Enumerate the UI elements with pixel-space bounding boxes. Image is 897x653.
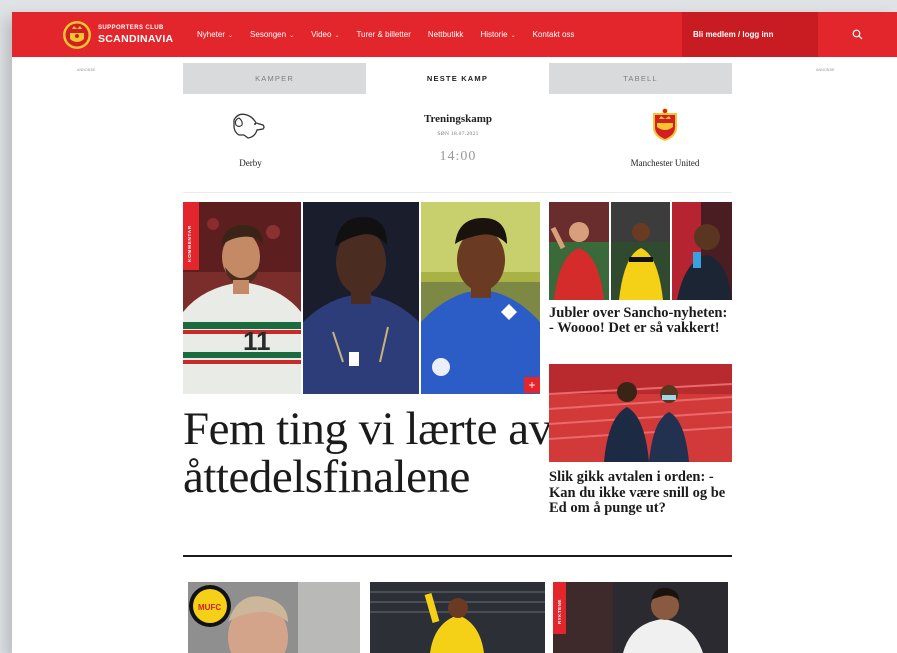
side-article-image[interactable] bbox=[549, 202, 732, 300]
menu-label: Nyheter bbox=[197, 30, 226, 39]
match-date: SØN 18.07.2021 bbox=[437, 131, 479, 137]
menu-item-sesongen[interactable]: Sesongen ⌄ bbox=[250, 30, 294, 39]
menu-label: Turer & billetter bbox=[356, 30, 411, 39]
plus-badge[interactable]: + bbox=[524, 377, 540, 393]
chevron-down-icon: ⌄ bbox=[510, 33, 516, 39]
top-navigation-bar: SUPPORTERS CLUB SCANDINAVIA Nyheter ⌄ Ses… bbox=[12, 12, 897, 57]
ad-label-left: ANNONSE bbox=[77, 68, 96, 72]
bottom-card[interactable]: RYKTENE bbox=[553, 582, 728, 653]
menu-item-video[interactable]: Video ⌄ bbox=[311, 30, 339, 39]
card-image: MUFC bbox=[188, 582, 360, 653]
chevron-down-icon: ⌄ bbox=[228, 33, 234, 39]
tab-neste-kamp[interactable]: NESTE KAMP bbox=[366, 63, 549, 94]
main-article[interactable]: 11 KOMMENTAR + Fem ting vi lærte av åtte… bbox=[183, 202, 552, 557]
menu-item-nyheter[interactable]: Nyheter ⌄ bbox=[197, 30, 233, 39]
menu-label: Video bbox=[311, 30, 332, 39]
menu-label: Kontakt oss bbox=[532, 30, 575, 39]
side-article-image[interactable] bbox=[549, 364, 732, 462]
card-image bbox=[370, 582, 545, 653]
next-match-card[interactable]: Derby Treningskamp SØN 18.07.2021 14:00 … bbox=[183, 94, 732, 193]
brand-line-1: SUPPORTERS CLUB bbox=[98, 25, 164, 31]
search-button[interactable] bbox=[818, 12, 897, 57]
menu-item-nettbutikk[interactable]: Nettbutikk bbox=[428, 30, 464, 39]
menu-label: Sesongen bbox=[250, 30, 287, 39]
club-crest-icon bbox=[63, 21, 91, 49]
match-time: 14:00 bbox=[439, 149, 477, 164]
sancho-collage-image bbox=[549, 202, 732, 300]
players-collage-image: 11 bbox=[183, 202, 540, 394]
menu-item-kontakt[interactable]: Kontakt oss bbox=[533, 30, 575, 39]
member-login-button[interactable]: Bli medlem / logg inn bbox=[682, 12, 818, 57]
home-team-name: Derby bbox=[239, 158, 262, 168]
side-headline[interactable]: Slik gikk avtalen i orden: - Kan du ikke… bbox=[549, 469, 734, 517]
main-article-image[interactable]: 11 KOMMENTAR + bbox=[183, 202, 540, 394]
match-tabs: KAMPER NESTE KAMP TABELL bbox=[183, 63, 732, 94]
svg-text:MUFC: MUFC bbox=[198, 603, 221, 612]
card-image bbox=[553, 582, 728, 653]
derby-ram-icon bbox=[233, 113, 265, 139]
chevron-down-icon: ⌄ bbox=[334, 33, 340, 39]
away-team-name: Manchester United bbox=[630, 158, 700, 168]
search-icon bbox=[852, 29, 863, 40]
players-stadium-image bbox=[549, 364, 732, 462]
bottom-card[interactable] bbox=[370, 582, 545, 653]
svg-text:11: 11 bbox=[243, 326, 271, 356]
menu-label: Nettbutikk bbox=[427, 30, 464, 39]
commentary-tag: KOMMENTAR bbox=[183, 202, 199, 270]
menu-item-turer-billetter[interactable]: Turer & billetter bbox=[356, 30, 410, 39]
chevron-down-icon: ⌄ bbox=[289, 33, 295, 39]
browser-viewport: SUPPORTERS CLUB SCANDINAVIA Nyheter ⌄ Ses… bbox=[12, 12, 897, 653]
tab-tabell[interactable]: TABELL bbox=[549, 63, 732, 94]
match-type: Treningskamp bbox=[423, 113, 493, 125]
bottom-card[interactable]: MUFC bbox=[188, 582, 360, 653]
rumor-tag-label: RYKTENE bbox=[557, 599, 562, 624]
tab-kamper[interactable]: KAMPER bbox=[183, 63, 366, 94]
menu-item-historie[interactable]: Historie ⌄ bbox=[480, 30, 515, 39]
brand-line-2: SCANDINAVIA bbox=[98, 33, 174, 45]
main-headline[interactable]: Fem ting vi lærte av åttedelsfinalene bbox=[183, 405, 553, 501]
menu-label: Historie bbox=[480, 30, 508, 39]
rumor-tag: RYKTENE bbox=[553, 582, 566, 634]
section-divider bbox=[183, 555, 732, 557]
ad-label-right: ANNONSE bbox=[816, 68, 835, 72]
side-headline[interactable]: Jubler over Sancho-nyheten: - Woooo! Det… bbox=[549, 306, 734, 336]
manchester-united-crest-icon bbox=[653, 108, 677, 141]
commentary-tag-label: KOMMENTAR bbox=[188, 225, 193, 262]
site-logo[interactable]: SUPPORTERS CLUB SCANDINAVIA bbox=[62, 20, 174, 50]
main-menu: Nyheter ⌄ Sesongen ⌄ Video ⌄ Turer & billet… bbox=[197, 12, 591, 57]
